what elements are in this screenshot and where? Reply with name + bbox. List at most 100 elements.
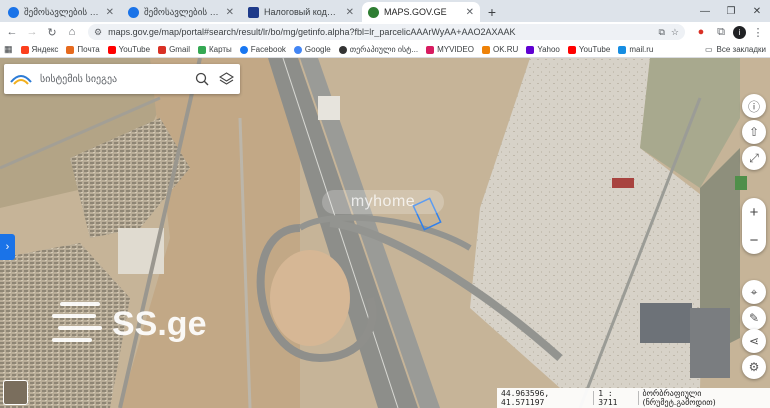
site-favicon-icon	[248, 6, 259, 18]
bookmark-favicon-icon	[618, 45, 627, 54]
bookmark-favicon-icon	[526, 45, 535, 54]
bookmark-item[interactable]: Yahoo	[526, 45, 560, 54]
bookmark-favicon-icon	[239, 45, 248, 54]
crosshair-icon: ⌖	[750, 284, 758, 299]
site-favicon-icon	[8, 6, 19, 18]
url-text: maps.gov.ge/map/portal#search/result/lr/…	[108, 27, 516, 37]
myhome-watermark: myhome	[322, 190, 444, 214]
info-button[interactable]: ⓘ	[742, 94, 766, 118]
close-tab-icon[interactable]: ✕	[106, 7, 114, 18]
zoom-out-button[interactable]: −	[750, 232, 759, 249]
window-controls: — ❐ ✕	[692, 0, 770, 22]
search-input[interactable]: სისტემის სიეგეა	[40, 74, 186, 85]
tab-title: შემოსავლების სამსახური	[144, 6, 221, 17]
profile-avatar[interactable]: i	[733, 25, 746, 39]
bookmark-item[interactable]: Gmail	[158, 45, 190, 54]
close-tab-icon[interactable]: ✕	[226, 7, 234, 18]
forward-icon[interactable]: →	[24, 24, 40, 40]
browser-tab[interactable]: შემოსავლების სამსახური ✕	[2, 2, 120, 22]
restore-icon[interactable]: ❐	[718, 0, 744, 22]
bookmark-item[interactable]: Почта	[66, 45, 100, 54]
close-tab-icon[interactable]: ✕	[466, 7, 474, 18]
my-location-button[interactable]: ⌖	[742, 280, 766, 304]
gear-icon: ⚙	[748, 360, 760, 374]
basemap-selector[interactable]: ბორბრაფიული (ნრუმეტ.გამოდით)	[638, 389, 770, 407]
layers-icon[interactable]	[218, 71, 234, 87]
install-app-icon[interactable]: ⧉	[658, 27, 664, 38]
bookmark-favicon-icon	[20, 45, 29, 54]
bookmark-favicon-icon	[107, 45, 116, 54]
map-status-bar: 44.963596, 41.571197 1 : 3711 ბორბრაფიულ…	[497, 388, 770, 408]
tab-title: MAPS.GOV.GE	[384, 7, 447, 17]
bookmark-item[interactable]: Карты	[197, 45, 232, 54]
ss-logo-icon	[52, 302, 102, 342]
bookmark-item[interactable]: YouTube	[567, 45, 610, 54]
info-icon: ⓘ	[747, 99, 760, 114]
site-info-icon[interactable]: ⚙	[94, 27, 102, 38]
close-tab-icon[interactable]: ✕	[346, 7, 354, 18]
bookmark-item[interactable]: Яндекс	[20, 45, 58, 54]
bookmark-item[interactable]: Facebook	[239, 45, 286, 54]
search-icon[interactable]	[194, 71, 210, 87]
close-window-icon[interactable]: ✕	[744, 0, 770, 22]
scale-readout: 1 : 3711	[598, 389, 618, 407]
share-icon: ⋖	[748, 334, 760, 348]
chevron-right-icon: ›	[5, 241, 10, 253]
minimize-icon[interactable]: —	[692, 0, 718, 22]
bookmark-favicon-icon	[293, 45, 302, 54]
satellite-imagery	[0, 58, 770, 408]
napr-logo-icon	[10, 75, 32, 85]
bookmark-item[interactable]: თერაპიული ისტ...	[338, 45, 418, 54]
zoom-control: + −	[742, 198, 766, 254]
all-bookmarks-button[interactable]: ▭ Все закладки	[705, 45, 766, 54]
address-bar[interactable]: ⚙ maps.gov.ge/map/portal#search/result/l…	[88, 24, 685, 40]
back-icon[interactable]: ←	[4, 24, 20, 40]
extension-icon[interactable]: ●	[693, 24, 709, 40]
menu-icon[interactable]: ⋮	[750, 24, 766, 40]
share-button[interactable]: ⋖	[742, 329, 766, 353]
browser-tab-active[interactable]: MAPS.GOV.GE ✕	[362, 2, 480, 22]
bookmark-favicon-icon	[482, 45, 490, 54]
site-favicon-icon	[368, 6, 379, 18]
tab-strip: შემოსავლების სამსახური ✕ შემოსავლების სა…	[0, 0, 770, 22]
browser-tab[interactable]: შემოსავლების სამსახური ✕	[122, 2, 240, 22]
settings-button[interactable]: ⚙	[742, 355, 766, 379]
compass-icon: ⇧	[748, 125, 760, 139]
map-view[interactable]: სისტემის სიეგეა › ⓘ ⇧ ⤢ + − ⌖ ✎ ⋖ ⚙ myho…	[0, 58, 770, 408]
browser-tab[interactable]: Налоговый кодекс Грузии | Ма ✕	[242, 2, 360, 22]
draw-button[interactable]: ✎	[742, 306, 766, 330]
browser-toolbar: ← → ↻ ⌂ ⚙ maps.gov.ge/map/portal#search/…	[0, 22, 770, 42]
pencil-icon: ✎	[748, 311, 760, 325]
measure-button[interactable]: ⤢	[742, 146, 766, 170]
bookmark-favicon-icon	[66, 45, 75, 54]
new-tab-button[interactable]: +	[482, 2, 502, 22]
compass-button[interactable]: ⇧	[742, 120, 766, 144]
folder-icon: ▭	[704, 45, 713, 54]
tab-title: შემოსავლების სამსახური	[24, 6, 101, 17]
tab-title: Налоговый кодекс Грузии | Ма	[264, 7, 341, 17]
bookmark-favicon-icon	[338, 45, 347, 54]
map-search-box[interactable]: სისტემის სიეგეა	[4, 64, 240, 94]
bookmark-item[interactable]: mail.ru	[618, 45, 653, 54]
apps-grid-icon[interactable]: ▦	[4, 44, 13, 55]
ss-watermark-text: SS.ge	[112, 304, 207, 343]
bookmark-favicon-icon	[426, 45, 435, 54]
coordinates-readout: 44.963596, 41.571197	[501, 389, 550, 407]
bookmark-favicon-icon	[158, 45, 167, 54]
bookmark-star-icon[interactable]: ☆	[671, 27, 679, 38]
bookmarks-bar: ▦ Яндекс Почта YouTube Gmail Карты Faceb…	[0, 42, 770, 58]
zoom-in-button[interactable]: +	[750, 204, 759, 221]
expand-sidebar-button[interactable]: ›	[0, 234, 15, 260]
bookmark-item[interactable]: Google	[293, 45, 331, 54]
bookmark-item[interactable]: YouTube	[107, 45, 150, 54]
bookmark-favicon-icon	[197, 45, 206, 54]
bookmark-item[interactable]: MYVIDEO	[426, 45, 474, 54]
ss-watermark: SS.ge	[50, 298, 206, 350]
reload-icon[interactable]: ↻	[44, 24, 60, 40]
basemap-switcher-thumbnail[interactable]	[3, 380, 28, 405]
site-favicon-icon	[128, 6, 139, 18]
home-icon[interactable]: ⌂	[64, 24, 80, 40]
extensions-puzzle-icon[interactable]: ⧉	[713, 24, 729, 40]
bookmark-item[interactable]: OK.RU	[482, 45, 518, 54]
bookmark-favicon-icon	[567, 45, 576, 54]
